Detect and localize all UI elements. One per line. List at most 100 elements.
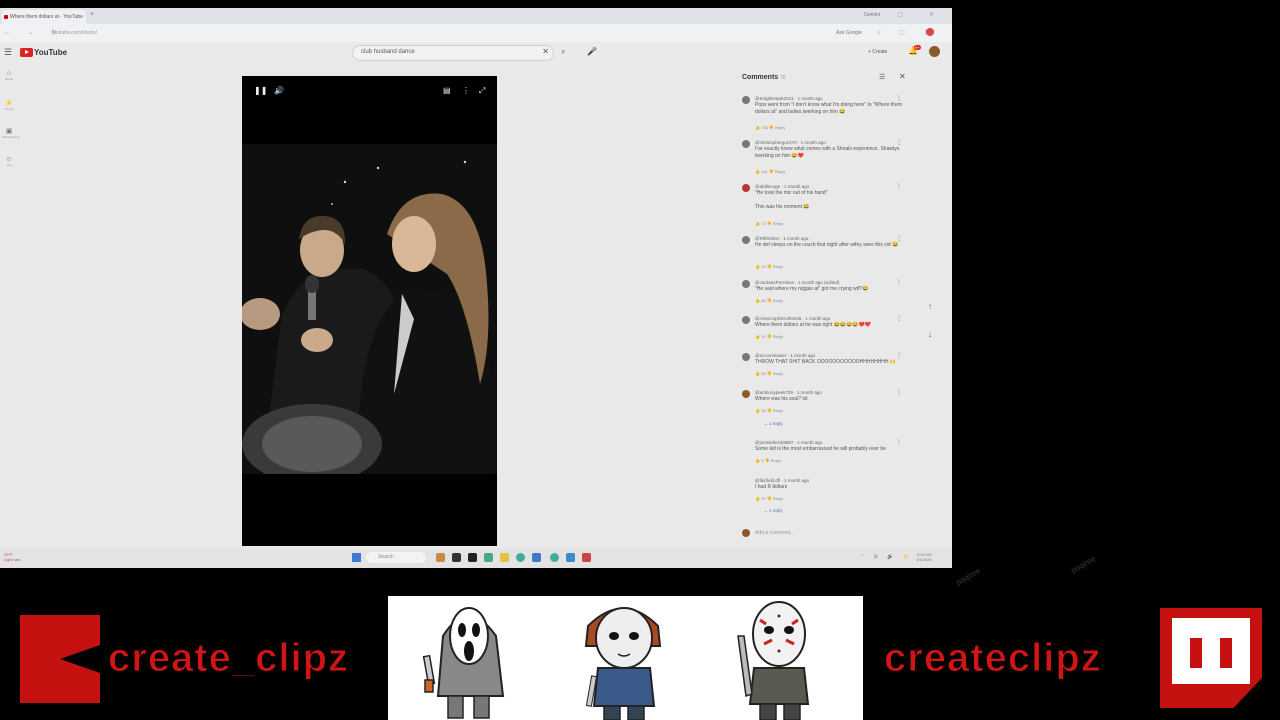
like-icon[interactable]: 👍: [755, 371, 760, 376]
close-icon[interactable]: ✕: [899, 72, 906, 81]
like-icon[interactable]: 👍: [755, 408, 760, 413]
app-icon[interactable]: [468, 553, 477, 562]
comment-user[interactable]: @JordansPreAlexa · 1 month ago (edited): [755, 280, 839, 285]
like-icon[interactable]: 👍: [755, 496, 760, 501]
dislike-icon[interactable]: 👎: [767, 264, 772, 269]
previous-short-button[interactable]: ↑: [928, 302, 932, 311]
reply-button[interactable]: Reply: [773, 334, 783, 339]
replies-toggle[interactable]: ⌄ 1 reply: [764, 421, 783, 427]
reply-button[interactable]: Reply: [775, 169, 785, 174]
sidebar-item-subscriptions[interactable]: ▣ Subscriptions: [2, 127, 20, 139]
avatar[interactable]: [742, 316, 750, 324]
sort-icon[interactable]: ☰: [879, 73, 885, 81]
dislike-icon[interactable]: 👎: [769, 125, 774, 130]
add-comment-input[interactable]: Add a comment...: [755, 530, 794, 536]
reply-button[interactable]: Reply: [773, 221, 783, 226]
avatar[interactable]: [742, 390, 750, 398]
reply-button[interactable]: Reply: [771, 458, 781, 463]
more-icon[interactable]: ⋮: [462, 86, 470, 95]
reply-button[interactable]: Reply: [773, 298, 783, 303]
taskbar-search[interactable]: Search: [366, 552, 426, 563]
avatar[interactable]: [742, 140, 750, 148]
ask-google-button[interactable]: Ask Google: [836, 30, 862, 36]
more-icon[interactable]: ⋮: [896, 183, 902, 190]
dislike-icon[interactable]: 👎: [767, 221, 772, 226]
system-tray[interactable]: ⌃ ⊞ 🔊 ⚡: [860, 554, 913, 560]
reply-button[interactable]: Reply: [773, 408, 783, 413]
youtube-logo-text[interactable]: YouTube: [34, 48, 67, 57]
more-icon[interactable]: ⋮: [896, 235, 902, 242]
like-icon[interactable]: 👍: [755, 264, 760, 269]
like-icon[interactable]: 👍: [755, 298, 760, 303]
dislike-icon[interactable]: 👎: [767, 408, 772, 413]
dislike-icon[interactable]: 👎: [767, 298, 772, 303]
search-box[interactable]: club husband dance ✕: [352, 45, 554, 61]
avatar[interactable]: [742, 184, 750, 192]
reply-button[interactable]: Reply: [773, 264, 783, 269]
create-button[interactable]: + Create: [868, 49, 887, 55]
new-tab-button[interactable]: +: [90, 11, 94, 18]
weather-widget[interactable]: 29°F Light rain: [4, 552, 20, 562]
folder-icon[interactable]: [500, 553, 509, 562]
avatar[interactable]: [742, 96, 750, 104]
reply-button[interactable]: Reply: [773, 496, 783, 501]
like-icon[interactable]: 👍: [755, 169, 760, 174]
avatar[interactable]: [742, 280, 750, 288]
dislike-icon[interactable]: 👎: [767, 334, 772, 339]
search-input[interactable]: club husband dance: [361, 49, 415, 55]
comment-user[interactable]: @ahillenoge · 1 month ago: [755, 184, 809, 189]
comment-user[interactable]: @jonmkirkrick5887 · 1 month ago: [755, 440, 822, 445]
window-controls[interactable]: — ▢ ✕: [866, 11, 946, 18]
like-icon[interactable]: 👍: [755, 334, 760, 339]
more-icon[interactable]: ⋮: [896, 315, 902, 322]
like-icon[interactable]: 👍: [755, 125, 760, 130]
sidebar-item-you[interactable]: ☺ You: [2, 156, 16, 167]
reply-button[interactable]: Reply: [775, 125, 785, 130]
comment-user[interactable]: @KnightHawk2021 · 1 month ago: [755, 96, 823, 101]
more-icon[interactable]: ⋮: [896, 95, 902, 102]
comment-user[interactable]: @christopherguz270 · 1 month ago: [755, 140, 826, 145]
dislike-icon[interactable]: 👎: [769, 169, 774, 174]
dislike-icon[interactable]: 👎: [767, 496, 772, 501]
replies-toggle[interactable]: ⌄ 1 reply: [764, 508, 783, 514]
chrome-icon[interactable]: [550, 553, 559, 562]
clock[interactable]: 3:25 AM 1/1/2024: [916, 552, 932, 562]
captions-icon[interactable]: ▤: [443, 86, 451, 95]
dislike-icon[interactable]: 👎: [764, 458, 769, 463]
avatar[interactable]: [742, 236, 750, 244]
menu-icon[interactable]: ☰: [4, 47, 12, 58]
more-icon[interactable]: ⋮: [896, 389, 902, 396]
sidebar-item-home[interactable]: ⌂ Home: [2, 70, 16, 81]
url-field[interactable]: youtube.com/shorts/: [52, 30, 97, 36]
more-icon[interactable]: ⋮: [896, 439, 902, 446]
app-icon[interactable]: [484, 553, 493, 562]
avatar[interactable]: [929, 46, 940, 57]
like-icon[interactable]: 👍: [755, 221, 760, 226]
app-icon[interactable]: [532, 553, 541, 562]
next-short-button[interactable]: ↓: [928, 330, 932, 339]
fullscreen-icon[interactable]: ⤢: [479, 86, 485, 96]
start-icon[interactable]: [352, 553, 361, 562]
pause-icon[interactable]: ❚❚: [254, 86, 267, 95]
comment-user[interactable]: @RiftStriker · 1 month ago: [755, 236, 808, 241]
search-icon[interactable]: ⌕: [561, 47, 565, 57]
search-clear-icon[interactable]: ✕: [542, 47, 549, 56]
dislike-icon[interactable]: 👎: [767, 371, 772, 376]
like-icon[interactable]: 👍: [755, 458, 760, 463]
sidebar-item-shorts[interactable]: ⚡ Shorts: [2, 99, 16, 111]
app-icon[interactable]: [566, 553, 575, 562]
mic-icon[interactable]: 🎤: [587, 47, 597, 56]
browser-tab[interactable]: Where them dollars at - YouTube: [2, 10, 86, 24]
app-icon[interactable]: [436, 553, 445, 562]
profile-icon[interactable]: [926, 28, 934, 36]
comment-user[interactable]: @anthonypeek729 · 1 month ago: [755, 390, 822, 395]
more-icon[interactable]: ⋮: [896, 139, 902, 146]
shorts-player[interactable]: ❚❚ 🔊 ▤ ⋮ ⤢: [242, 76, 497, 546]
more-icon[interactable]: ⋮: [896, 279, 902, 286]
comment-user[interactable]: @mcconelaster · 1 month ago: [755, 353, 815, 358]
comment-user[interactable]: @Amercophstruth5445 · 1 month ago: [755, 316, 830, 321]
volume-icon[interactable]: 🔊: [274, 86, 284, 95]
browser-icon[interactable]: [516, 553, 525, 562]
avatar[interactable]: [742, 353, 750, 361]
app-icon[interactable]: [582, 553, 591, 562]
